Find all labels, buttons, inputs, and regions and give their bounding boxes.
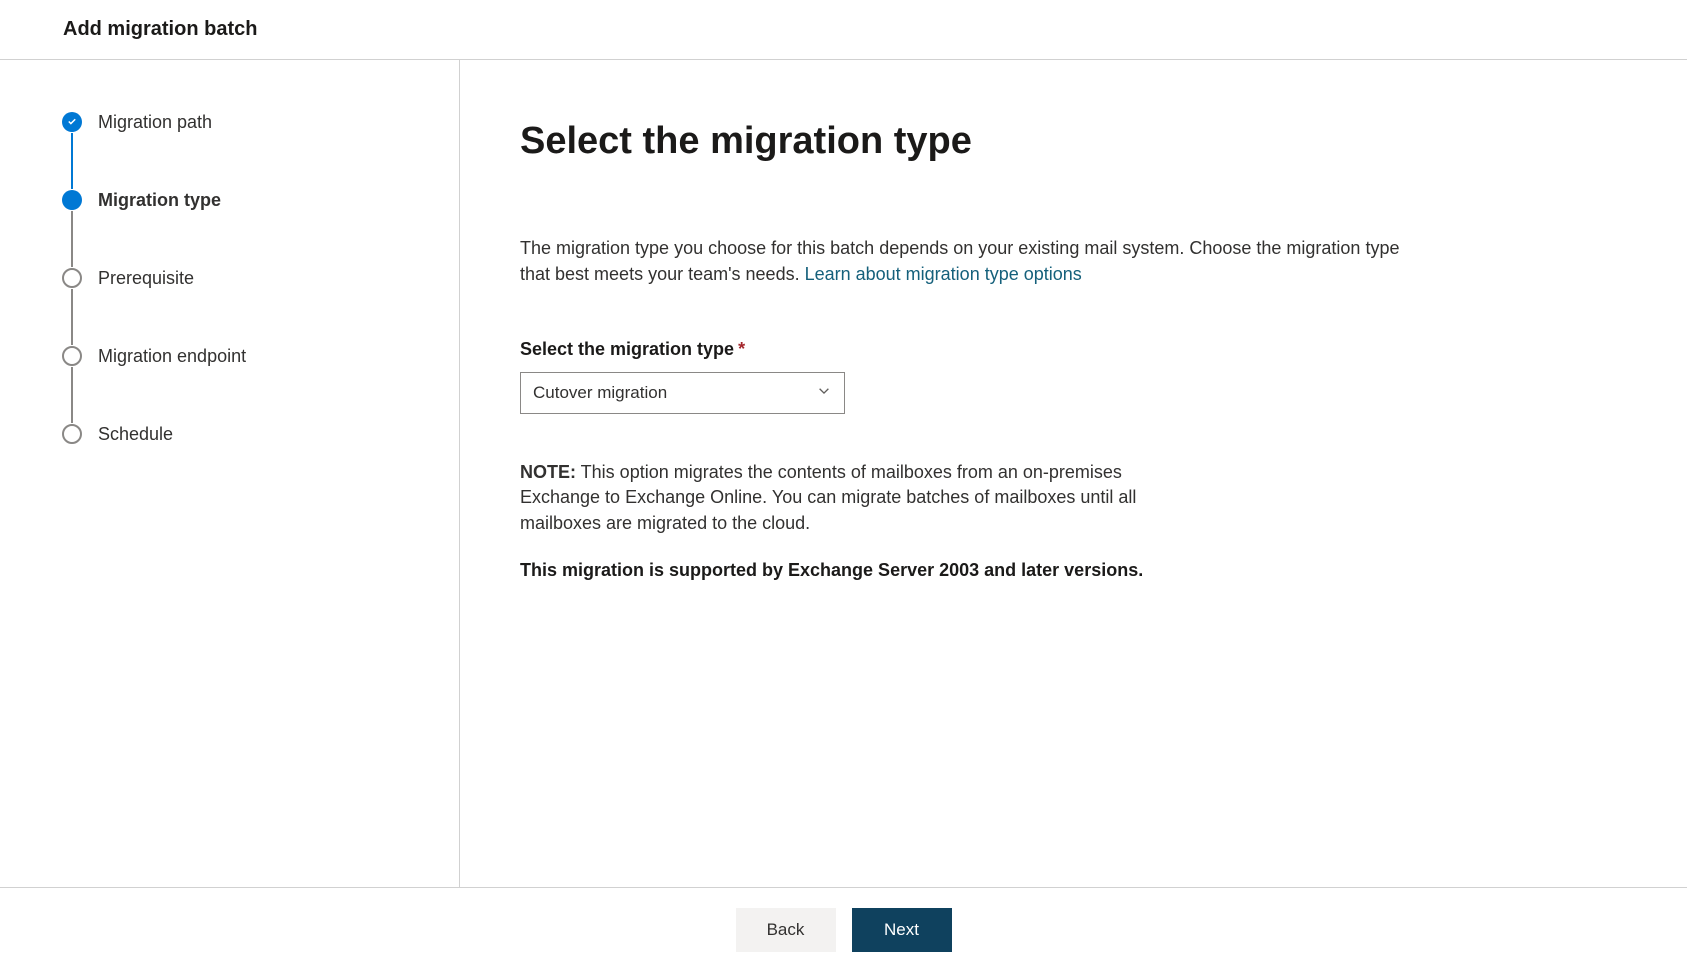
step-connector: [71, 367, 73, 423]
upcoming-step-icon: [62, 346, 82, 366]
step-schedule[interactable]: Schedule: [62, 424, 459, 444]
field-label-text: Select the migration type: [520, 339, 734, 359]
current-step-icon: [62, 190, 82, 210]
support-text: This migration is supported by Exchange …: [520, 560, 1627, 581]
note-paragraph: NOTE: This option migrates the contents …: [520, 460, 1160, 536]
checkmark-icon: [62, 112, 82, 132]
wizard-footer: Back Next: [0, 887, 1687, 972]
step-marker-wrap: [62, 268, 82, 346]
upcoming-step-icon: [62, 424, 82, 444]
step-label: Migration type: [98, 190, 221, 210]
step-marker-wrap: [62, 424, 82, 444]
step-connector: [71, 133, 73, 189]
wizard-sidebar: Migration path Migration type Prerequisi…: [0, 60, 460, 887]
step-migration-path[interactable]: Migration path: [62, 112, 459, 190]
main-content: Select the migration type The migration …: [460, 60, 1687, 887]
selected-option-text: Cutover migration: [533, 383, 667, 403]
main-title: Select the migration type: [520, 120, 1627, 163]
learn-more-link[interactable]: Learn about migration type options: [805, 264, 1082, 284]
step-label: Prerequisite: [98, 268, 194, 288]
migration-type-select[interactable]: Cutover migration: [520, 372, 845, 414]
page-title: Add migration batch: [63, 18, 257, 40]
step-migration-type[interactable]: Migration type: [62, 190, 459, 268]
step-marker-wrap: [62, 346, 82, 424]
description-text: The migration type you choose for this b…: [520, 235, 1420, 287]
step-marker-wrap: [62, 190, 82, 268]
step-marker-wrap: [62, 112, 82, 190]
step-connector: [71, 211, 73, 267]
note-label: NOTE:: [520, 462, 576, 482]
page-header: Add migration batch: [0, 0, 1687, 60]
step-migration-endpoint[interactable]: Migration endpoint: [62, 346, 459, 424]
step-prerequisite[interactable]: Prerequisite: [62, 268, 459, 346]
steps-list: Migration path Migration type Prerequisi…: [62, 112, 459, 444]
step-connector: [71, 289, 73, 345]
migration-type-label: Select the migration type*: [520, 339, 1627, 360]
migration-type-select-wrapper: Cutover migration: [520, 372, 845, 414]
step-label: Migration endpoint: [98, 346, 246, 366]
upcoming-step-icon: [62, 268, 82, 288]
content-wrapper: Migration path Migration type Prerequisi…: [0, 60, 1687, 887]
step-label: Schedule: [98, 424, 173, 444]
note-body: This option migrates the contents of mai…: [520, 462, 1136, 532]
required-asterisk: *: [738, 339, 745, 359]
next-button[interactable]: Next: [852, 908, 952, 952]
back-button[interactable]: Back: [736, 908, 836, 952]
step-label: Migration path: [98, 112, 212, 132]
